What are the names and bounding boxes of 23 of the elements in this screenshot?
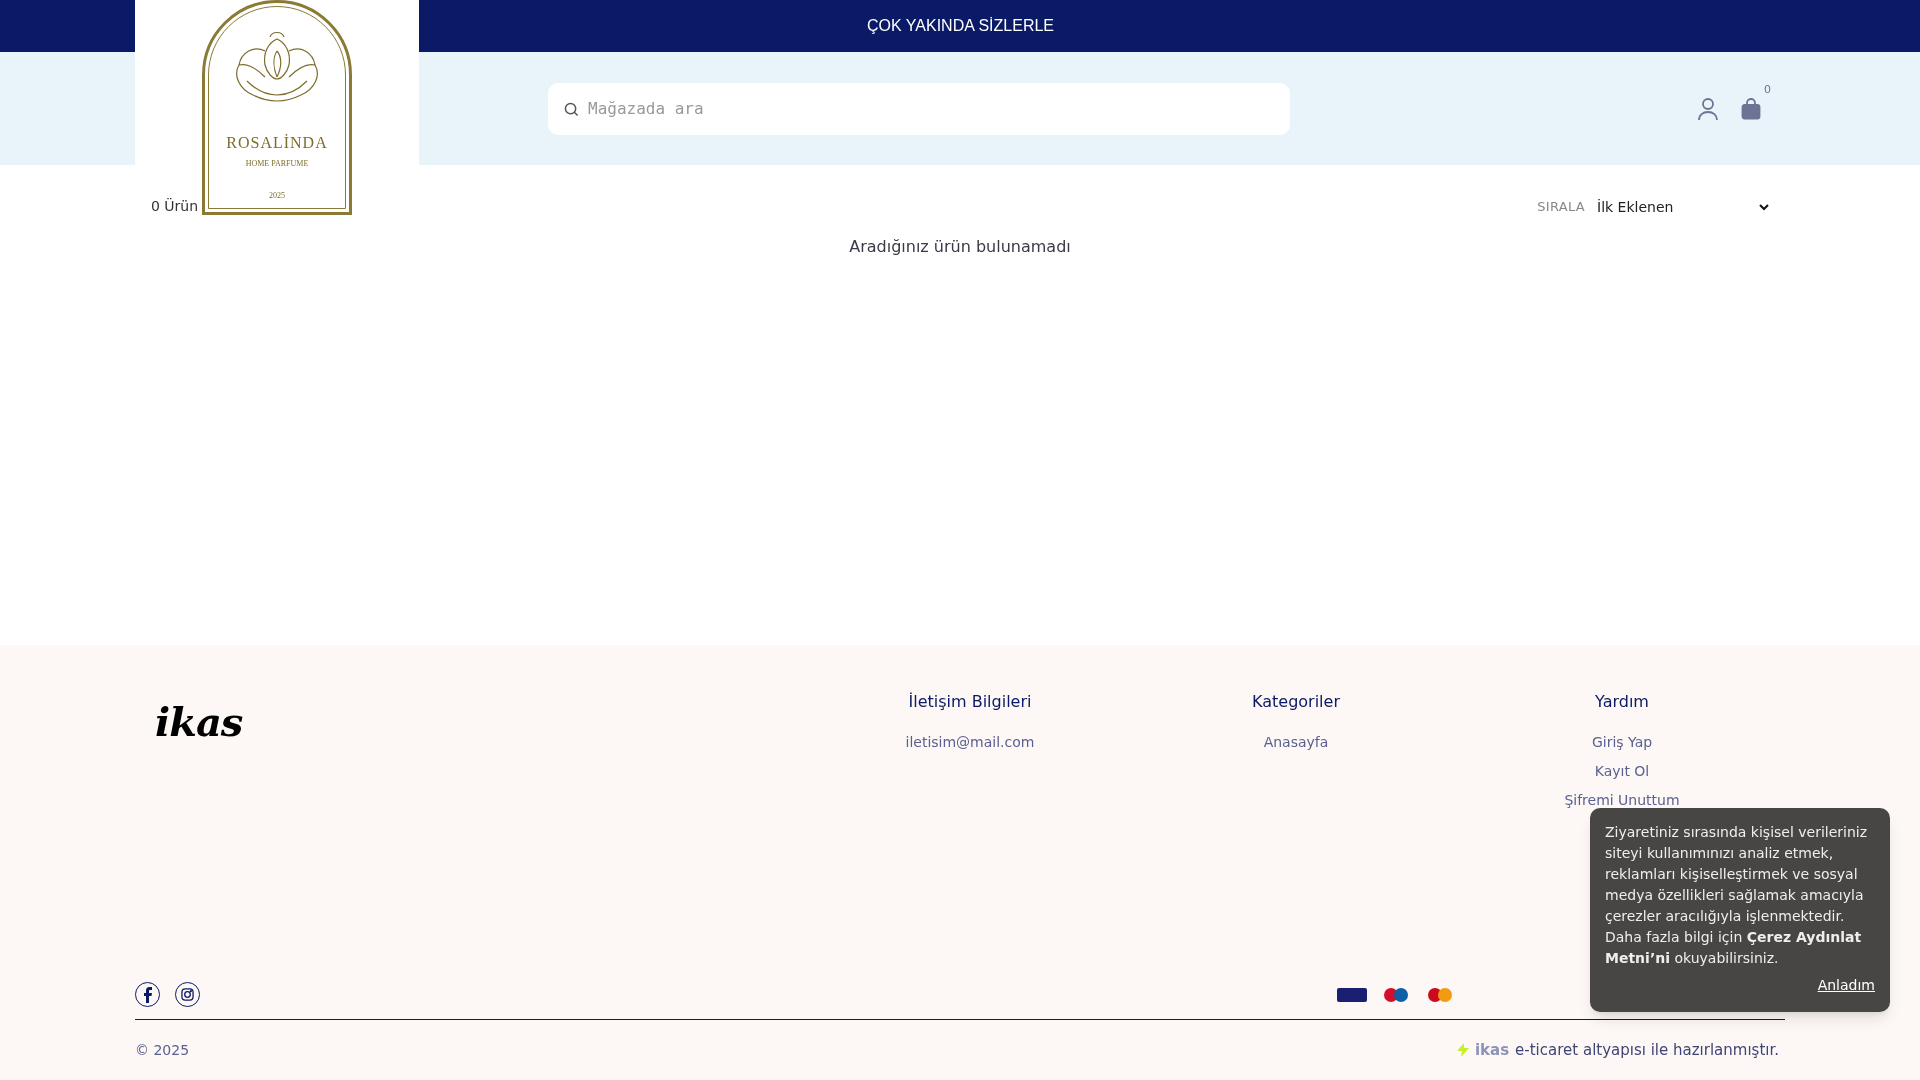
footer-link[interactable]: iletisim@mail.com <box>905 728 1035 757</box>
logo-tagline: HOME PARFUME <box>245 158 309 170</box>
footer-heading: İletişim Bilgileri <box>908 691 1032 713</box>
footer-link[interactable]: Anasayfa <box>1263 728 1329 757</box>
footer-heading: Kategoriler <box>1252 691 1340 713</box>
product-count: 0 Ürün <box>151 196 199 216</box>
logo-title: ROSALİNDA <box>226 133 328 153</box>
footer-link[interactable]: Giriş Yap <box>1591 728 1653 757</box>
sort-label: SIRALA <box>1537 198 1585 217</box>
credit-text: e-ticaret altyapısı ile hazırlanmıştır. <box>1515 1039 1779 1061</box>
footer-heading: Yardım <box>1595 691 1649 713</box>
logo-year: 2025 <box>269 190 285 202</box>
cart-count: 0 <box>1764 81 1771 98</box>
cookie-text: Ziyaretiniz sırasında kişisel verileriniz siteyi kullanımınızı analiz etmek, reklamları kişiselleştirmek ve sosyal medya özellikleri sağlamak amacıyla çerezler aracılığıyla işlenmektedir. Daha fazla bilgi için Çerez Aydınlat Metni’ni okuyabilirsiniz. <box>1605 823 1869 968</box>
footer-logo[interactable]: ikas <box>155 702 243 742</box>
search-field[interactable]: Mağazada ara <box>548 82 1290 135</box>
store-logo[interactable]: ROSALİNDA HOME PARFUME 2025 <box>202 0 352 215</box>
accept-button[interactable]: Anladım <box>1817 975 1875 996</box>
sort-dropdown[interactable]: İlk Eklenen <box>1597 196 1769 218</box>
empty-message: Aradığınız ürün bulunamadı <box>849 236 1071 258</box>
announcement-text: ÇOK YAKINDA SİZLERLE <box>867 16 1054 36</box>
copyright-text: © 2025 <box>135 1040 190 1060</box>
footer-link[interactable]: Kayıt Ol <box>1594 757 1650 786</box>
